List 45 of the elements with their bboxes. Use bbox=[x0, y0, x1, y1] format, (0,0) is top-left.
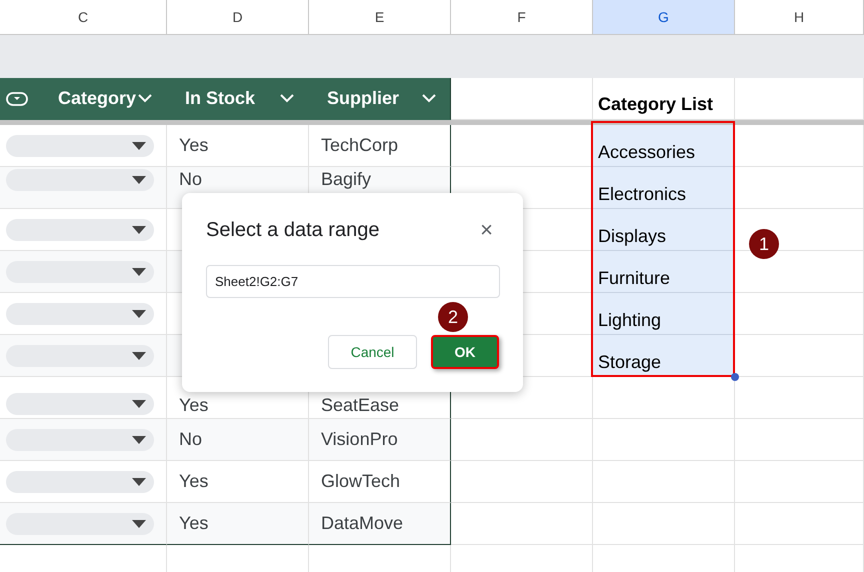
category-dropdown[interactable] bbox=[6, 428, 154, 450]
category-dropdown[interactable] bbox=[6, 169, 154, 191]
category-cell: Electronics bbox=[593, 167, 735, 209]
category-dropdown[interactable] bbox=[6, 302, 154, 324]
caret-icon bbox=[132, 142, 146, 150]
caret-icon bbox=[132, 176, 146, 184]
caret-icon bbox=[132, 478, 146, 486]
fill-handle[interactable] bbox=[731, 373, 739, 381]
table-cell: Yes bbox=[167, 503, 309, 545]
step-badge: 1 bbox=[749, 229, 779, 259]
category-cell: Furniture bbox=[593, 251, 735, 293]
dialog-title: Select a data range bbox=[206, 218, 380, 242]
column-header[interactable]: G bbox=[593, 0, 735, 35]
close-button[interactable]: × bbox=[474, 217, 499, 243]
range-field[interactable]: Sheet2!G2:G7 bbox=[206, 265, 500, 298]
category-dropdown[interactable] bbox=[6, 260, 154, 282]
caret-icon bbox=[132, 520, 146, 528]
caret-icon bbox=[132, 310, 146, 318]
table-header[interactable]: In Stock bbox=[167, 78, 309, 120]
category-cell: Displays bbox=[593, 209, 735, 251]
category-dropdown[interactable] bbox=[6, 512, 154, 534]
table-cell: No bbox=[167, 419, 309, 461]
category-cell: Storage bbox=[593, 335, 735, 377]
category-dropdown[interactable] bbox=[6, 393, 154, 415]
caret-icon bbox=[132, 436, 146, 444]
caret-icon bbox=[132, 268, 146, 276]
dropdown-chip-icon bbox=[6, 92, 28, 106]
table-header[interactable]: Category bbox=[0, 78, 167, 120]
caret-icon bbox=[132, 226, 146, 234]
caret-icon bbox=[132, 352, 146, 360]
category-dropdown[interactable] bbox=[6, 470, 154, 492]
category-dropdown[interactable] bbox=[6, 344, 154, 366]
table-cell: VisionPro bbox=[309, 419, 451, 461]
category-cell: Lighting bbox=[593, 293, 735, 335]
category-cell: Accessories bbox=[593, 125, 735, 167]
chevron-icon[interactable] bbox=[138, 94, 152, 103]
category-dropdown[interactable] bbox=[6, 134, 154, 156]
table-header[interactable]: Supplier bbox=[309, 78, 451, 120]
table-cell: DataMove bbox=[309, 503, 451, 545]
ok-button[interactable]: OK bbox=[431, 335, 499, 369]
chevron-icon[interactable] bbox=[422, 94, 436, 103]
chevron-icon[interactable] bbox=[280, 94, 294, 103]
caret-icon bbox=[132, 400, 146, 408]
cancel-button[interactable]: Cancel bbox=[328, 335, 417, 369]
category-dropdown[interactable] bbox=[6, 218, 154, 240]
